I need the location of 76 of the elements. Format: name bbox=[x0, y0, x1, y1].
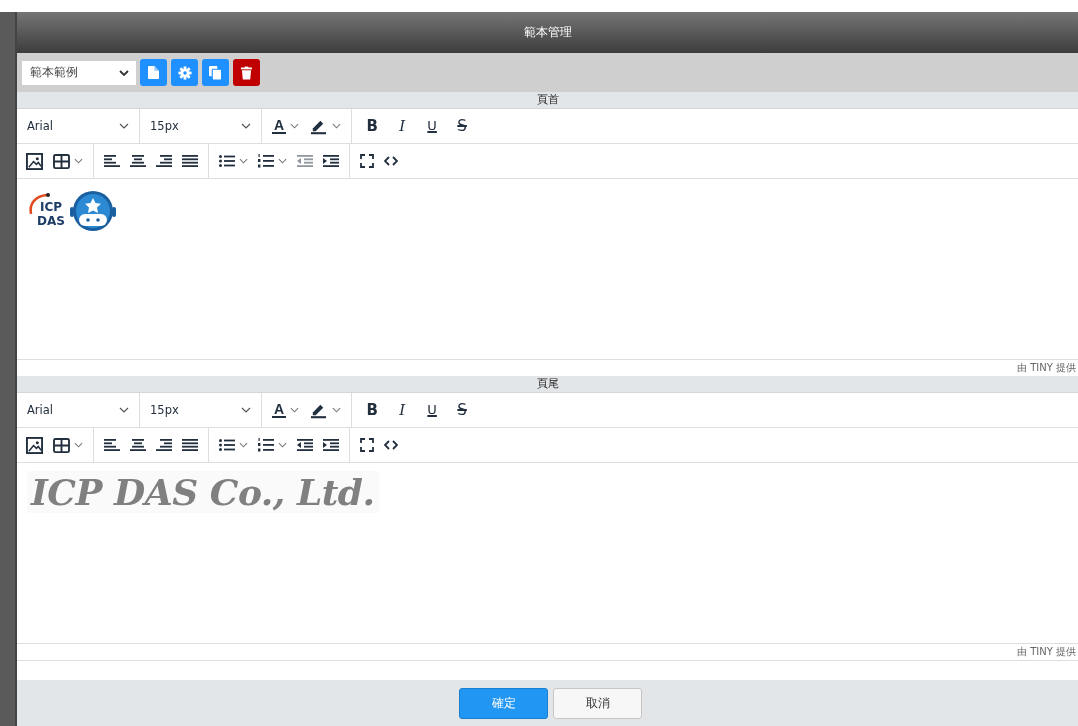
image-icon[interactable] bbox=[26, 152, 43, 170]
numbered-list-button[interactable] bbox=[258, 154, 287, 168]
copy-icon bbox=[209, 65, 222, 80]
dialog-title: 範本管理 bbox=[523, 24, 572, 41]
table-button[interactable] bbox=[53, 153, 83, 169]
chevron-down-icon bbox=[278, 158, 287, 164]
underline-button[interactable]: U bbox=[422, 402, 443, 418]
numbered-list-button[interactable] bbox=[258, 438, 287, 452]
outdent-icon[interactable] bbox=[297, 439, 313, 451]
gear-icon bbox=[177, 65, 192, 80]
bullet-list-button[interactable] bbox=[219, 439, 248, 451]
chevron-down-icon bbox=[332, 123, 342, 129]
editor-content[interactable]: ICP DAS bbox=[17, 179, 1078, 359]
bullet-list-icon bbox=[219, 155, 235, 167]
strikethrough-button[interactable]: S bbox=[452, 118, 473, 134]
copy-button[interactable] bbox=[202, 59, 229, 86]
table-icon bbox=[53, 153, 70, 169]
font-size-select[interactable]: 15px bbox=[140, 109, 262, 143]
table-button[interactable] bbox=[53, 437, 83, 453]
template-select[interactable]: 範本範例 bbox=[22, 60, 136, 85]
align-right-icon[interactable] bbox=[156, 439, 172, 451]
chevron-down-icon bbox=[290, 123, 300, 129]
chevron-down-icon bbox=[239, 158, 248, 164]
cancel-button[interactable]: 取消 bbox=[553, 687, 642, 719]
underline-button[interactable]: U bbox=[422, 118, 443, 134]
align-left-icon[interactable] bbox=[104, 155, 120, 167]
font-size-select[interactable]: 15px bbox=[140, 393, 262, 427]
chevron-down-icon bbox=[119, 69, 129, 76]
chevron-down-icon bbox=[290, 407, 300, 413]
bullet-list-button[interactable] bbox=[219, 155, 248, 167]
powered-by-text: 由 TINY 提供 bbox=[1017, 361, 1076, 375]
italic-button[interactable]: I bbox=[392, 402, 413, 418]
text-color-button[interactable]: A bbox=[272, 118, 300, 134]
company-name-text: ICP DAS Co., Ltd. bbox=[27, 471, 379, 513]
align-center-icon[interactable] bbox=[130, 155, 146, 167]
chevron-down-icon bbox=[278, 442, 287, 448]
powered-by-text: 由 TINY 提供 bbox=[1017, 645, 1076, 659]
indent-icon[interactable] bbox=[323, 439, 339, 451]
align-justify-icon[interactable] bbox=[182, 155, 198, 167]
chevron-down-icon bbox=[241, 123, 251, 129]
table-icon bbox=[53, 437, 70, 453]
align-right-icon[interactable] bbox=[156, 155, 172, 167]
bullet-list-icon bbox=[219, 439, 235, 451]
delete-button[interactable] bbox=[233, 59, 260, 86]
font-family-select[interactable]: Arial bbox=[17, 109, 140, 143]
source-code-icon[interactable] bbox=[384, 440, 398, 450]
section-label: 頁尾 bbox=[536, 377, 559, 391]
font-family-select[interactable]: Arial bbox=[17, 393, 140, 427]
align-left-icon[interactable] bbox=[104, 439, 120, 451]
file-icon bbox=[148, 66, 159, 79]
section-label: 頁首 bbox=[536, 93, 559, 107]
chevron-down-icon bbox=[239, 442, 248, 448]
bold-button[interactable]: B bbox=[362, 402, 383, 418]
italic-button[interactable]: I bbox=[392, 118, 413, 134]
settings-button[interactable] bbox=[171, 59, 198, 86]
numbered-list-icon bbox=[258, 438, 274, 452]
source-code-icon[interactable] bbox=[384, 156, 398, 166]
chevron-down-icon bbox=[241, 407, 251, 413]
chevron-down-icon bbox=[332, 407, 342, 413]
chevron-down-icon bbox=[74, 442, 83, 448]
chevron-down-icon bbox=[119, 407, 129, 413]
numbered-list-icon bbox=[258, 154, 274, 168]
indent-icon[interactable] bbox=[323, 155, 339, 167]
text-color-button[interactable]: A bbox=[272, 402, 300, 418]
trash-icon bbox=[241, 65, 252, 80]
align-justify-icon[interactable] bbox=[182, 439, 198, 451]
align-center-icon[interactable] bbox=[130, 439, 146, 451]
image-icon[interactable] bbox=[26, 436, 43, 454]
fullscreen-icon[interactable] bbox=[360, 154, 374, 168]
editor-content[interactable]: ICP DAS Co., Ltd. bbox=[17, 463, 1078, 643]
strikethrough-button[interactable]: S bbox=[452, 402, 473, 418]
chevron-down-icon bbox=[74, 158, 83, 164]
bold-button[interactable]: B bbox=[362, 118, 383, 134]
new-file-button[interactable] bbox=[140, 59, 167, 86]
chevron-down-icon bbox=[119, 123, 129, 129]
fullscreen-icon[interactable] bbox=[360, 438, 374, 452]
